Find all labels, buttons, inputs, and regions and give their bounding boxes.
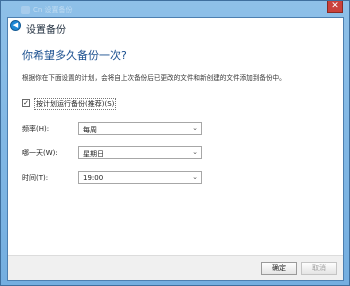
cancel-button[interactable]: 取消: [301, 262, 337, 275]
window-frame: Cn 设置备份 ✕ ◀ 设置备份 你希望多久备份一次? 根据你在下面设置的计划，…: [0, 0, 350, 286]
time-select[interactable]: 19:00 ⌄: [78, 171, 202, 184]
day-value: 星期日: [83, 150, 104, 158]
window-title: 设置备份: [26, 25, 66, 36]
frequency-value: 每周: [83, 126, 97, 134]
close-button[interactable]: ✕: [327, 1, 343, 13]
dialog-footer: 确定 取消: [8, 255, 343, 280]
page-heading: 你希望多久备份一次?: [22, 49, 127, 62]
back-arrow-icon[interactable]: ◀: [10, 20, 21, 31]
day-select[interactable]: 星期日 ⌄: [78, 146, 202, 159]
app-icon: [21, 6, 30, 14]
frequency-label: 频率(H):: [22, 125, 50, 133]
chevron-down-icon: ⌄: [192, 173, 198, 181]
chevron-down-icon: ⌄: [192, 124, 198, 132]
day-label: 哪一天(W):: [22, 149, 58, 157]
dialog-client: ◀ 设置备份 你希望多久备份一次? 根据你在下面设置的计划，会将自上次备份后已更…: [7, 17, 344, 281]
time-label: 时间(T):: [22, 174, 49, 182]
frequency-select[interactable]: 每周 ⌄: [78, 122, 202, 135]
background-window-title: Cn 设置备份: [33, 6, 73, 14]
chevron-down-icon: ⌄: [192, 148, 198, 156]
ok-button[interactable]: 确定: [261, 262, 297, 275]
schedule-checkbox[interactable]: ✓: [22, 99, 30, 107]
time-value: 19:00: [83, 174, 104, 182]
page-description: 根据你在下面设置的计划，会将自上次备份后已更改的文件和新创建的文件添加到备份中。: [22, 74, 286, 82]
schedule-checkbox-label[interactable]: 按计划运行备份(推荐)(S): [34, 98, 117, 110]
nav-bar: ◀ 设置备份: [8, 18, 343, 38]
